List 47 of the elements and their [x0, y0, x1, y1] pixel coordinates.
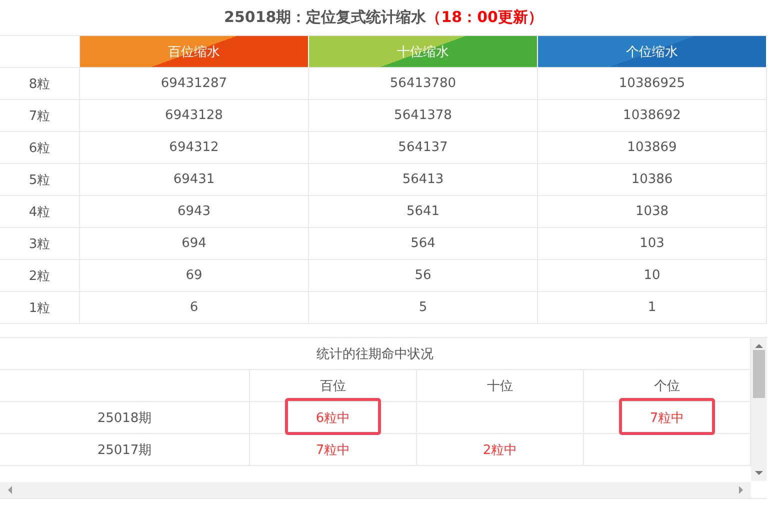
table-cell: 6943128 [80, 100, 309, 132]
table-cell: 69 [80, 260, 309, 292]
row-label: 1粒 [0, 292, 80, 324]
table-cell: 1 [538, 292, 767, 324]
column-header: 十位 [417, 370, 584, 402]
table-cell: 69431 [80, 164, 309, 196]
table-cell: 6943 [80, 196, 309, 228]
period-cell: 25018期 [0, 402, 250, 434]
hit-result: 2粒中 [482, 442, 518, 458]
table-cell: 1038692 [538, 100, 767, 132]
table-cell: 564137 [309, 132, 538, 164]
row-label: 5粒 [0, 164, 80, 196]
table-cell: 10 [538, 260, 767, 292]
table-cell: 10386925 [538, 68, 767, 100]
update-time-note: （18：00更新） [426, 8, 543, 27]
column-header: 十位缩水 [309, 36, 538, 68]
row-label: 7粒 [0, 100, 80, 132]
table-cell: 10386 [538, 164, 767, 196]
row-label: 2粒 [0, 260, 80, 292]
page-title: 25018期：定位复式统计缩水 [224, 8, 426, 27]
table-cell: 69431287 [80, 68, 309, 100]
row-label: 3粒 [0, 228, 80, 260]
table-cell: 103 [538, 228, 767, 260]
period-cell: 25017期 [0, 434, 250, 466]
table-cell: 694312 [80, 132, 309, 164]
row-label: 8粒 [0, 68, 80, 100]
row-label: 4粒 [0, 196, 80, 228]
column-header: 百位缩水 [80, 36, 309, 68]
table-cell: 5 [309, 292, 538, 324]
row-label: 6粒 [0, 132, 80, 164]
table-cell: 103869 [538, 132, 767, 164]
table-cell: 5641 [309, 196, 538, 228]
hit-result: 7粒中 [650, 410, 684, 426]
table-caption: 统计的往期命中状况 [0, 338, 751, 370]
table-cell: 5641378 [309, 100, 538, 132]
column-header: 百位 [250, 370, 417, 402]
hit-result: 6粒中 [316, 410, 350, 426]
table-cell: 56 [309, 260, 538, 292]
table-cell: 1038 [538, 196, 767, 228]
scrollbar-thumb [753, 350, 765, 398]
table-cell: 694 [80, 228, 309, 260]
table-cell: 56413780 [309, 68, 538, 100]
hit-result: 7粒中 [316, 442, 350, 458]
table-cell: 56413 [309, 164, 538, 196]
table-cell: 564 [309, 228, 538, 260]
column-header: 个位缩水 [538, 36, 767, 68]
table-cell: 6 [80, 292, 309, 324]
